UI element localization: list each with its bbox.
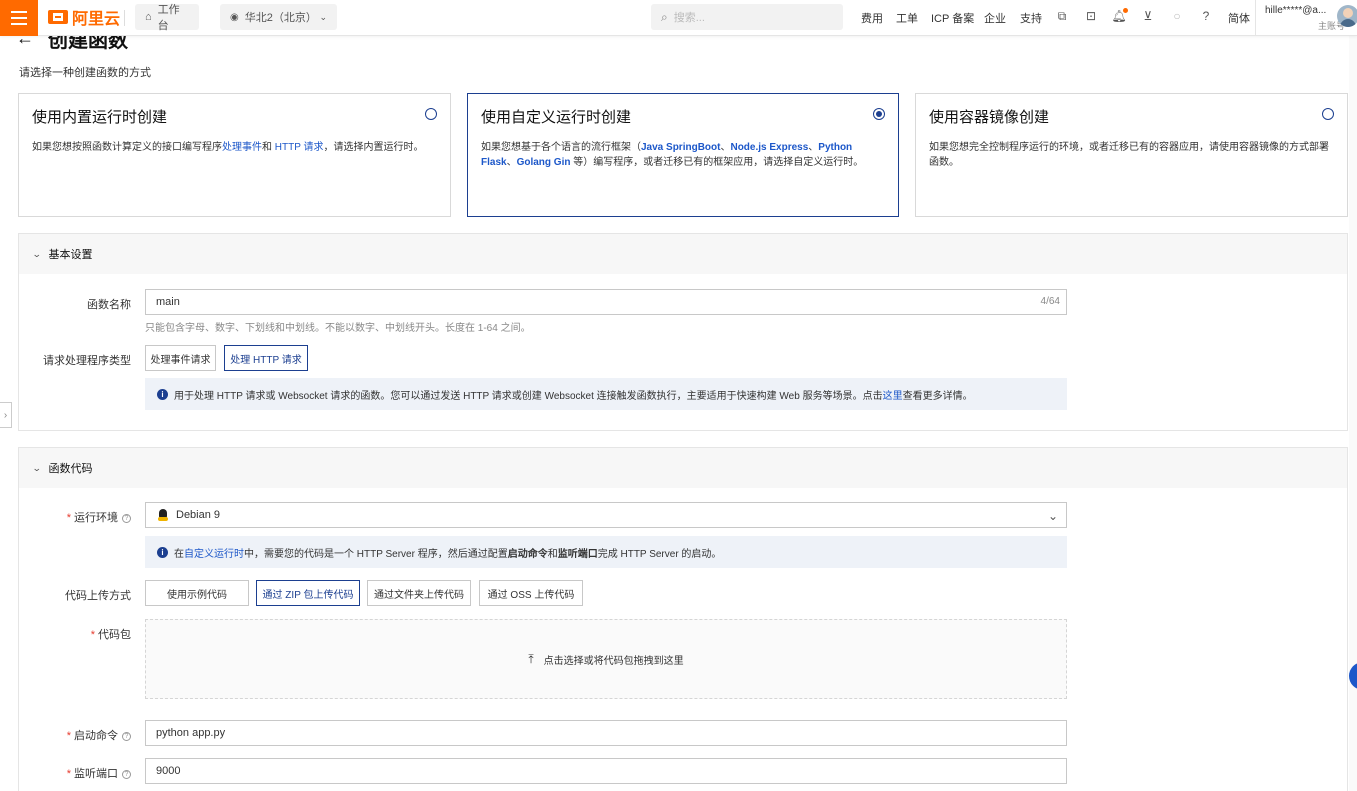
- upload-icon: ⤒: [528, 651, 534, 666]
- function-name-input[interactable]: main 4/64: [145, 289, 1067, 315]
- divider: [124, 10, 125, 26]
- mode-card-builtin-runtime[interactable]: 使用内置运行时创建 如果您想按照函数计算定义的接口编写程序处理事件和 HTTP …: [18, 93, 451, 217]
- location-pin-icon: ◉: [230, 11, 239, 23]
- char-counter: 4/64: [1040, 296, 1060, 307]
- runtime-value: Debian 9: [176, 509, 221, 521]
- required-mark: *: [66, 730, 71, 742]
- top-navigation-bar: 阿里云 ⌂ 工作台 ◉ 华北2（北京） ⌄ ⌕ 搜索... 费用 工单 ICP …: [0, 0, 1357, 36]
- upload-oss-button[interactable]: 通过 OSS 上传代码: [479, 580, 583, 606]
- listen-port-value: 9000: [156, 765, 181, 777]
- search-icon: ⌕: [661, 9, 668, 24]
- chevron-down-icon: ⌄: [1047, 509, 1058, 523]
- upload-method-label: 代码上传方式: [65, 590, 131, 602]
- info-text: 用于处理 HTTP 请求或 Websocket 请求的函数。您可以通过发送 HT…: [174, 390, 973, 402]
- section-title: 基本设置: [48, 249, 93, 261]
- upload-sample-code-button[interactable]: 使用示例代码: [145, 580, 249, 606]
- start-command-label: * 启动命令?: [19, 727, 131, 743]
- user-account-menu[interactable]: hille*****@a... 主账号: [1255, 0, 1357, 36]
- lightbulb-icon[interactable]: ○: [1170, 9, 1184, 23]
- user-name: hille*****@a...: [1265, 5, 1327, 16]
- home-icon: ⌂: [145, 11, 152, 23]
- help-icon[interactable]: ?: [1199, 9, 1213, 23]
- section-function-code: ⌄ 函数代码 * 运行环境? Debian 9 ⌄ i 在自定义运行时中，需要您的…: [18, 447, 1348, 791]
- chevron-down-icon: ⌄: [319, 11, 327, 22]
- nav-billing[interactable]: 费用: [861, 10, 883, 26]
- help-icon[interactable]: ?: [122, 769, 131, 779]
- mode-card-custom-runtime[interactable]: 使用自定义运行时创建 如果您想基于各个语言的流行框架（Java SpringBo…: [467, 93, 899, 217]
- listen-port-input[interactable]: 9000: [145, 758, 1067, 784]
- sidebar-expand-handle[interactable]: ›: [0, 402, 12, 428]
- cloud-shell-icon[interactable]: ⧉: [1055, 9, 1069, 23]
- mode-title: 使用自定义运行时创建: [481, 109, 632, 126]
- runtime-info-alert: i 在自定义运行时中，需要您的代码是一个 HTTP Server 程序，然后通过…: [145, 536, 1067, 568]
- custom-runtime-link[interactable]: 自定义运行时: [184, 549, 244, 560]
- mode-description: 如果您想按照函数计算定义的接口编写程序处理事件和 HTTP 请求，请选择内置运行…: [32, 142, 424, 153]
- region-label: 华北2（北京）: [244, 12, 317, 24]
- function-name-value: main: [156, 296, 180, 308]
- handler-http-button[interactable]: 处理 HTTP 请求: [224, 345, 308, 371]
- info-icon: i: [157, 388, 168, 400]
- radio-custom-runtime[interactable]: [873, 108, 885, 120]
- start-command-value: python app.py: [156, 727, 226, 739]
- mode-description: 如果您想完全控制程序运行的环境，或者迁移已有的容器应用，请使用容器镜像的方式部署…: [929, 142, 1329, 168]
- page-subtitle: 请选择一种创建函数的方式: [19, 67, 151, 79]
- help-icon[interactable]: ?: [122, 731, 131, 741]
- dropzone-text: 点击选择或将代码包拖拽到这里: [543, 655, 684, 667]
- nav-tickets[interactable]: 工单: [896, 10, 918, 26]
- region-selector[interactable]: ◉ 华北2（北京） ⌄: [220, 4, 337, 30]
- search-placeholder: 搜索...: [673, 12, 705, 24]
- nav-support[interactable]: 支持: [1020, 10, 1042, 26]
- mode-card-container-image[interactable]: 使用容器镜像创建 如果您想完全控制程序运行的环境，或者迁移已有的容器应用，请使用…: [915, 93, 1348, 217]
- link-http-request[interactable]: HTTP 请求: [275, 142, 324, 153]
- info-here-link[interactable]: 这里: [883, 391, 903, 402]
- chevron-down-icon: ⌄: [31, 462, 42, 473]
- mode-title: 使用内置运行时创建: [32, 109, 168, 126]
- required-mark: *: [66, 768, 71, 780]
- language-switch[interactable]: 简体: [1228, 10, 1250, 26]
- nav-enterprise[interactable]: 企业: [984, 10, 1006, 26]
- upload-folder-button[interactable]: 通过文件夹上传代码: [367, 580, 471, 606]
- link-handle-event[interactable]: 处理事件: [222, 142, 262, 153]
- handler-event-button[interactable]: 处理事件请求: [145, 345, 216, 371]
- section-header[interactable]: ⌄ 基本设置: [19, 234, 1347, 274]
- handler-info-alert: i 用于处理 HTTP 请求或 Websocket 请求的函数。您可以通过发送 …: [145, 378, 1067, 410]
- runtime-label: * 运行环境?: [19, 509, 131, 525]
- section-header[interactable]: ⌄ 函数代码: [19, 448, 1347, 488]
- section-basic-settings: ⌄ 基本设置 函数名称 main 4/64 只能包含字母、数字、下划线和中划线。…: [18, 233, 1348, 431]
- listen-port-label: * 监听端口?: [19, 765, 131, 781]
- info-icon: i: [157, 546, 168, 558]
- mode-title: 使用容器镜像创建: [929, 109, 1050, 126]
- function-name-hint: 只能包含字母、数字、下划线和中划线。不能以数字、中划线开头。长度在 1-64 之…: [145, 323, 531, 334]
- workbench-button[interactable]: ⌂ 工作台: [135, 4, 199, 32]
- required-mark: *: [90, 629, 95, 641]
- info-text: 在自定义运行时中，需要您的代码是一个 HTTP Server 程序，然后通过配置…: [174, 548, 722, 560]
- linux-tux-icon: [158, 509, 168, 521]
- radio-container-image[interactable]: [1322, 108, 1334, 120]
- code-package-dropzone[interactable]: ⤒ 点击选择或将代码包拖拽到这里: [145, 619, 1067, 699]
- aliyun-logo[interactable]: 阿里云: [48, 6, 120, 28]
- notification-dot: [1123, 8, 1128, 13]
- workbench-label: 工作台: [157, 4, 180, 32]
- start-command-input[interactable]: python app.py: [145, 720, 1067, 746]
- required-mark: *: [66, 512, 71, 524]
- chevron-down-icon: ⌄: [31, 248, 42, 259]
- upload-zip-button[interactable]: 通过 ZIP 包上传代码: [256, 580, 360, 606]
- cart-icon[interactable]: ⊻: [1141, 9, 1155, 23]
- search-input[interactable]: ⌕ 搜索...: [651, 4, 843, 30]
- mode-description: 如果您想基于各个语言的流行框架（Java SpringBoot、Node.js …: [481, 142, 864, 168]
- avatar[interactable]: [1337, 5, 1357, 27]
- radio-builtin-runtime[interactable]: [425, 108, 437, 120]
- bell-icon[interactable]: 🔔︎: [1111, 8, 1128, 23]
- handler-type-label: 请求处理程序类型: [43, 355, 131, 367]
- function-name-label: 函数名称: [87, 299, 131, 311]
- hamburger-menu-icon[interactable]: [0, 0, 38, 36]
- logo-text: 阿里云: [72, 11, 121, 28]
- help-icon[interactable]: ?: [122, 513, 131, 523]
- code-package-label: * 代码包: [90, 629, 131, 641]
- nav-icp[interactable]: ICP 备案: [931, 10, 974, 26]
- runtime-select[interactable]: Debian 9 ⌄: [145, 502, 1067, 528]
- aliyun-logo-icon: [48, 10, 68, 24]
- section-title: 函数代码: [48, 463, 93, 475]
- terminal-icon[interactable]: ⊡: [1084, 9, 1098, 23]
